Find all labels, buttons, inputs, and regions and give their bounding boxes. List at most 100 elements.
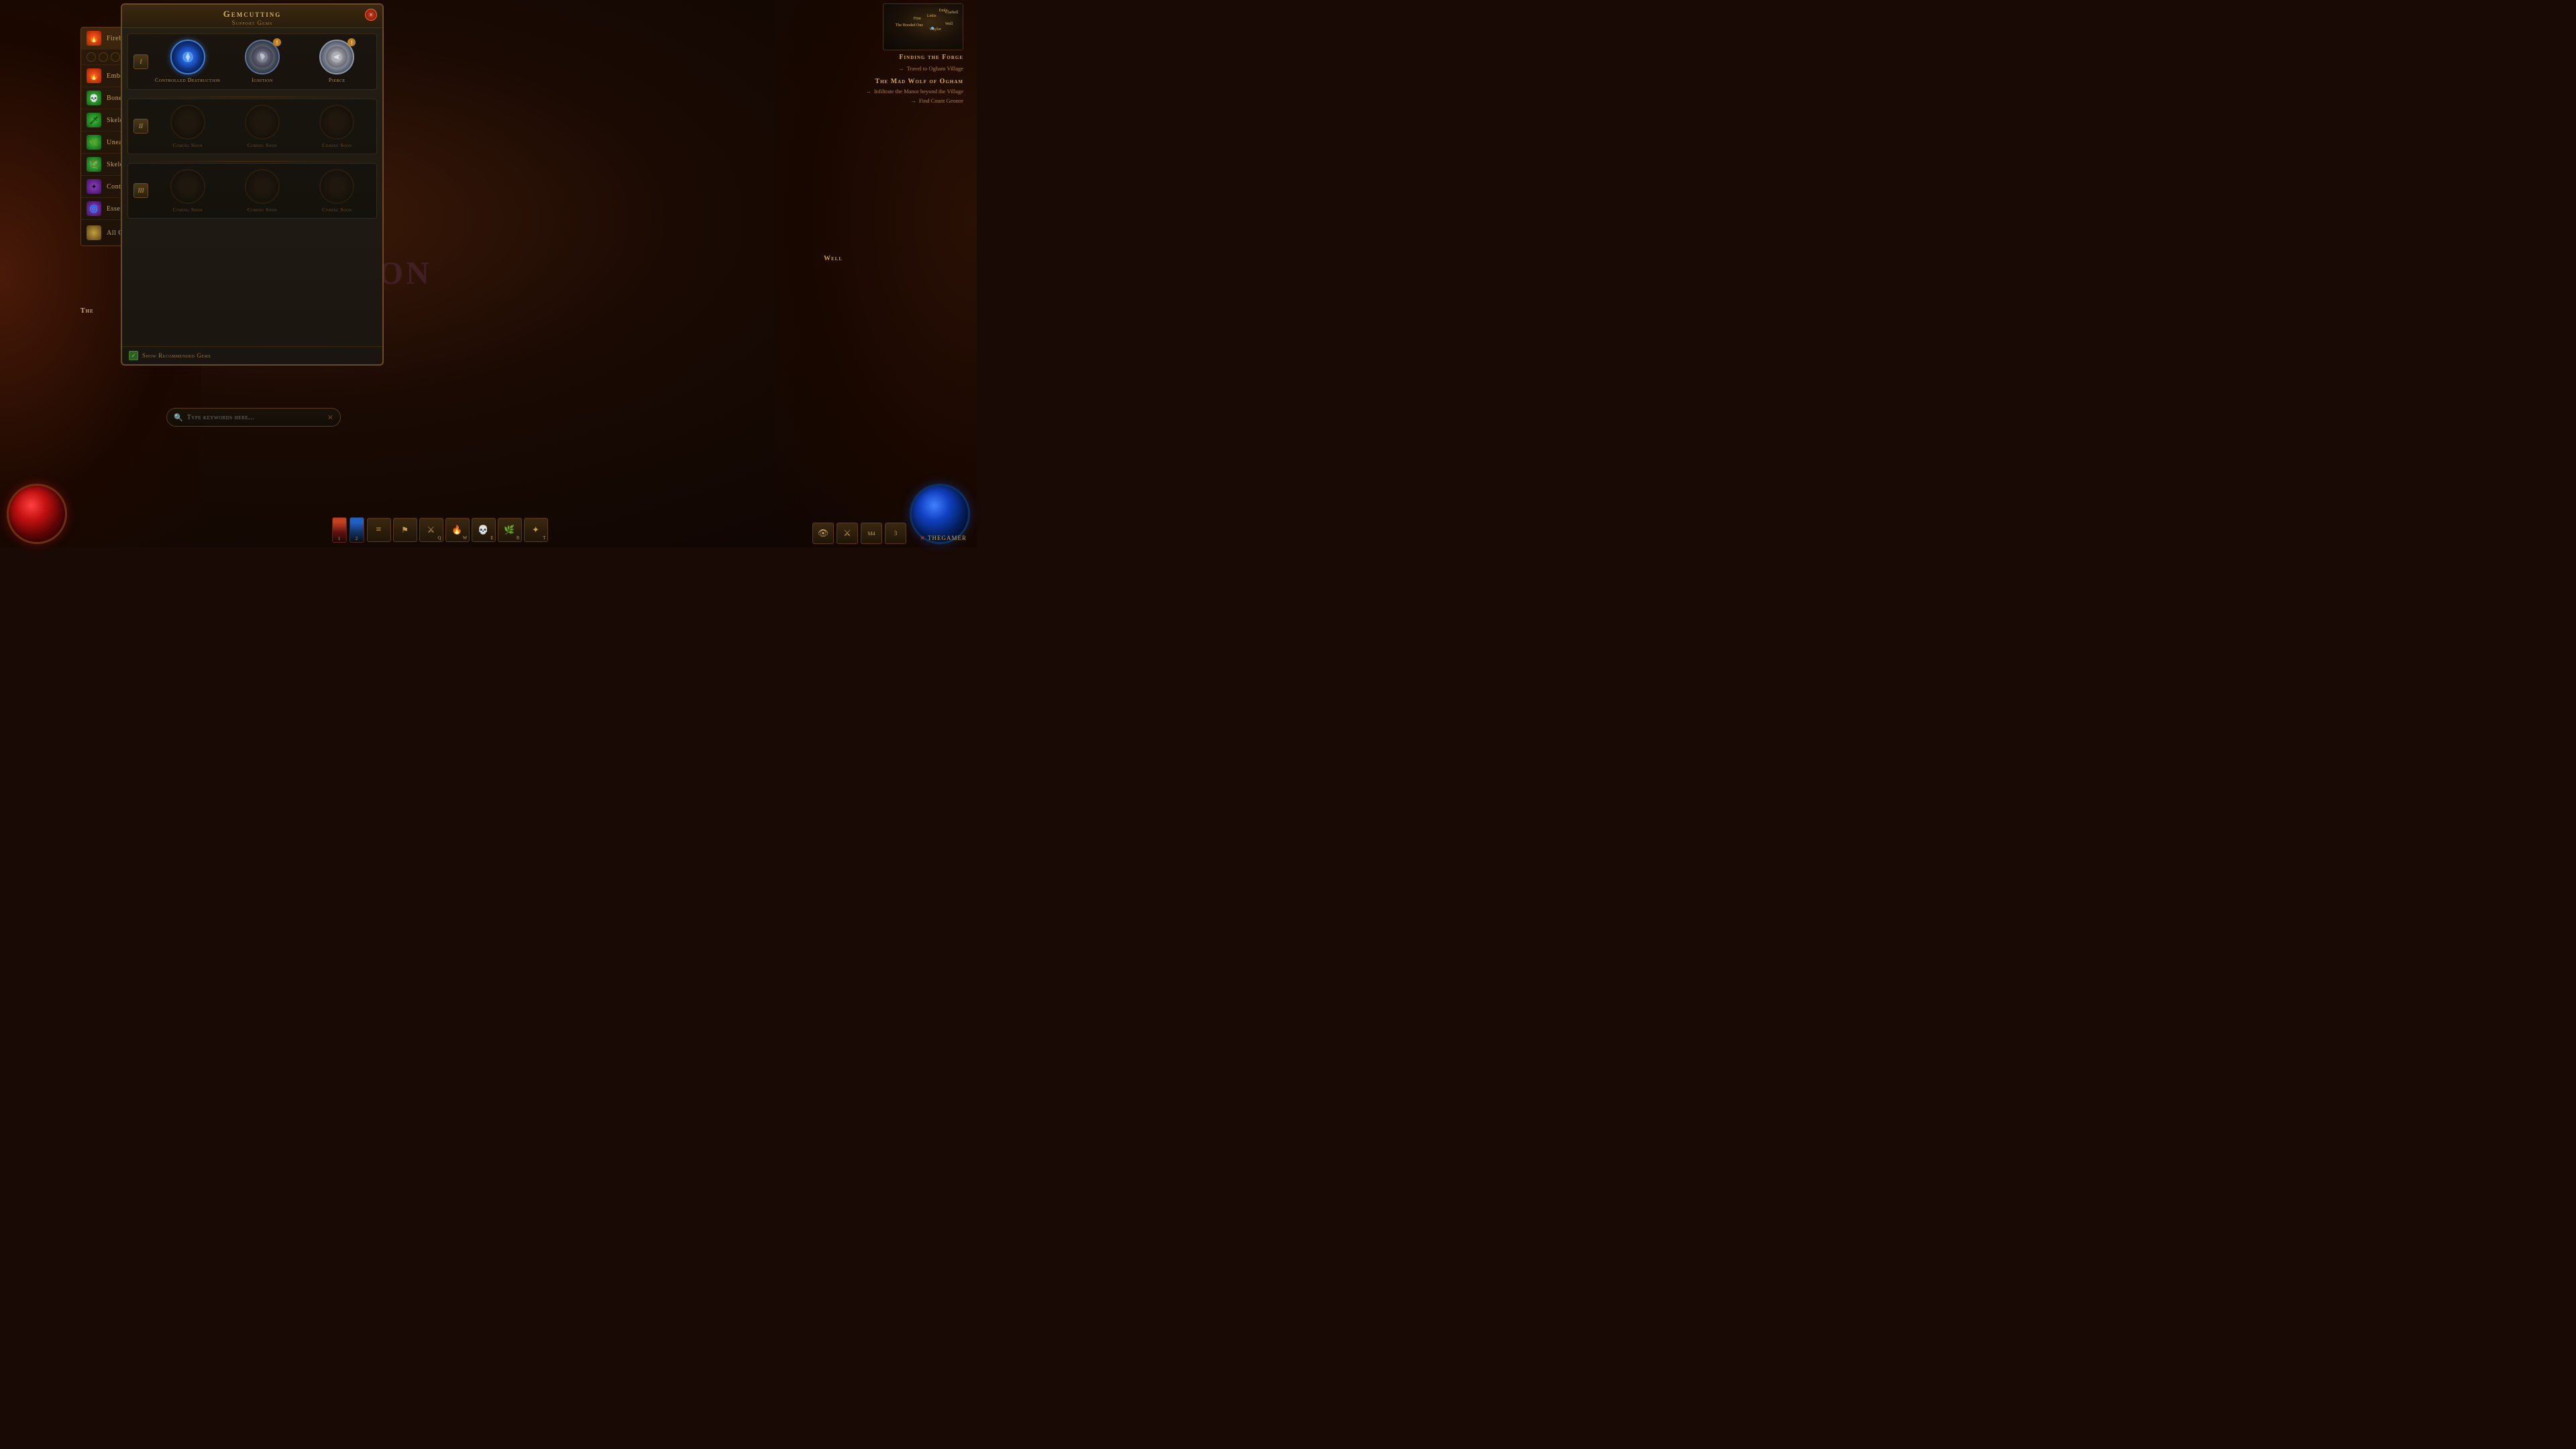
flask-label-1: 1	[338, 536, 341, 541]
panel-title-bar: Gemcutting Support Gems ×	[122, 5, 382, 28]
gem-tier-row-3: III Coming Soon Coming Soon Coming Soon	[127, 163, 377, 219]
quest-item-infiltrate: → Infiltrate the Manor beyond the Villag…	[829, 88, 963, 95]
close-button[interactable]: ×	[365, 9, 377, 21]
quest-arrow-2: →	[865, 88, 871, 95]
flask-label-2: 2	[356, 536, 358, 541]
gem-slot-coming-soon-3: Coming Soon	[303, 105, 371, 148]
quest-panel: Finding the Forge → Travel to Ogham Vill…	[829, 54, 963, 107]
gem-icon-empty-3	[319, 105, 354, 140]
gem-tier-row-2: II Coming Soon Coming Soon Coming Soon	[127, 99, 377, 154]
search-input[interactable]	[187, 414, 323, 421]
quest-text-find-count: Find Count Geonor	[919, 97, 963, 105]
gem-icon-essence-drain: 🌀	[87, 201, 101, 216]
gem-icon-empty-2	[245, 105, 280, 140]
coming-soon-label-6: Coming Soon	[322, 207, 352, 213]
panel-footer: ✓ Show Recommended Gems	[122, 346, 382, 364]
skill-slot-q[interactable]: ⚔ Q	[419, 518, 443, 542]
show-recommended-wrapper[interactable]: ✓ Show Recommended Gems	[129, 351, 211, 360]
gem-icon-unearth: 🌿	[87, 135, 101, 150]
gem-icon-ember-fusillade: 🔥	[87, 68, 101, 83]
minimap-label-well-map: Well	[945, 22, 953, 26]
tier-badge-3: III	[133, 183, 148, 198]
gem-tier-row-1: I Controlled Destruction	[127, 34, 377, 90]
tier-badge-2: II	[133, 119, 148, 133]
skill-slot-w[interactable]: 🔥 W	[445, 518, 470, 542]
skill-slot-t[interactable]: ✦ T	[524, 518, 548, 542]
show-recommended-checkbox[interactable]: ✓	[129, 351, 138, 360]
ui-btn-slot3[interactable]: 3	[885, 523, 906, 544]
minimap-label-lettis: Lettis	[927, 14, 936, 18]
skill-label-w: W	[463, 535, 468, 541]
coming-soon-label-5: Coming Soon	[248, 207, 277, 213]
quest-arrow-3: →	[910, 97, 916, 105]
center-skill-bar: 1 2 ≡ ⚑ ⚔ Q 🔥 W	[67, 517, 812, 544]
gem-icon-empty-5	[245, 169, 280, 204]
ui-btn-m4[interactable]: M4	[861, 523, 882, 544]
tier-2-slots: Coming Soon Coming Soon Coming Soon	[154, 105, 371, 148]
slot-3	[111, 52, 120, 62]
gem-icon-ignition: !	[245, 40, 280, 74]
slot-1	[87, 52, 96, 62]
skill-slot-e[interactable]: 💀 E	[472, 518, 496, 542]
gem-inner-pierce	[326, 46, 347, 68]
quest-header-1: Finding the Forge	[829, 54, 963, 61]
gem-icon-contagion: ✦	[87, 179, 101, 194]
panel-subtitle: Support Gems	[122, 19, 382, 26]
skill-slot-r[interactable]: 🌿 R	[498, 518, 522, 542]
gem-icon-empty-4	[170, 169, 205, 204]
panel-body: I Controlled Destruction	[122, 28, 382, 346]
gem-icon-empty-6	[319, 169, 354, 204]
ignition-exclamation: !	[273, 38, 281, 46]
tier-1-slots: Controlled Destruction ! Ignition	[154, 40, 371, 84]
coming-soon-label-2: Coming Soon	[248, 142, 277, 148]
gem-slot-controlled-destruction[interactable]: Controlled Destruction	[154, 40, 221, 84]
gemcutting-panel: Gemcutting Support Gems × I	[121, 3, 384, 366]
gem-icon-skeletal-sniper: 🏹	[87, 157, 101, 172]
flask-slot-2[interactable]: 2	[350, 517, 364, 543]
gem-icon-pierce: !	[319, 40, 354, 74]
skill-label-t: T	[543, 535, 545, 541]
gem-name-pierce: Pierce	[329, 77, 345, 84]
slot-2	[99, 52, 108, 62]
coming-soon-label-1: Coming Soon	[173, 142, 203, 148]
gem-icon-empty-1	[170, 105, 205, 140]
skill-slot-extra2[interactable]: ⚑	[393, 518, 417, 542]
ui-btn-sword[interactable]: ⚔	[837, 523, 858, 544]
quest-text-infiltrate: Infiltrate the Manor beyond the Village	[874, 88, 963, 95]
minimap-content: Emly Lettis Finn The Hooded One Waylor C…	[883, 4, 963, 50]
quest-arrow-1: →	[898, 65, 904, 72]
gem-icon-firebolt: 🔥	[87, 31, 101, 46]
minimap-label-finn: Finn	[914, 17, 921, 21]
skill-label-r: R	[517, 535, 520, 541]
minimap-label-clarbell: Clarbell	[945, 11, 958, 15]
coming-soon-label-4: Coming Soon	[173, 207, 203, 213]
minimap-label-hooded-one: The Hooded One	[896, 23, 923, 28]
ui-btn-eye[interactable]: 👁	[812, 523, 834, 544]
gem-icon-bone-blast: 💀	[87, 91, 101, 105]
quest-item-find-count: → Find Count Geonor	[829, 97, 963, 105]
search-clear-button[interactable]: ✕	[327, 413, 333, 422]
gem-slot-ignition[interactable]: ! Ignition	[228, 40, 296, 84]
gem-slot-coming-soon-1: Coming Soon	[154, 105, 221, 148]
show-recommended-label: Show Recommended Gems	[142, 352, 211, 359]
well-world-label: Well	[824, 255, 843, 262]
flask-slot-1[interactable]: 1	[332, 517, 347, 543]
gem-name-ignition: Ignition	[252, 77, 273, 84]
player-dot	[931, 27, 934, 30]
skill-slot-extra[interactable]: ≡	[367, 518, 391, 542]
the-left-label: The	[80, 307, 94, 315]
search-bar[interactable]: 🔍 ✕	[166, 408, 341, 427]
quest-header-2: The Mad Wolf of Ogham	[829, 78, 963, 85]
gem-inner-ignition	[252, 46, 273, 68]
panel-title: Gemcutting	[122, 9, 382, 19]
gem-name-controlled-destruction: Controlled Destruction	[155, 77, 220, 84]
skill-label-q: Q	[437, 535, 441, 541]
tier-3-slots: Coming Soon Coming Soon Coming Soon	[154, 169, 371, 213]
quest-text-travel: Travel to Ogham Village	[907, 65, 963, 72]
quest-item-travel: → Travel to Ogham Village	[829, 65, 963, 72]
gem-slot-coming-soon-5: Coming Soon	[228, 169, 296, 213]
tier-badge-1: I	[133, 54, 148, 69]
gem-slot-pierce[interactable]: ! Pierce	[303, 40, 371, 84]
bottom-right-icons: 👁 ⚔ M4 3	[812, 523, 906, 544]
gem-icon-skeletal-warrior: 🗡	[87, 113, 101, 127]
